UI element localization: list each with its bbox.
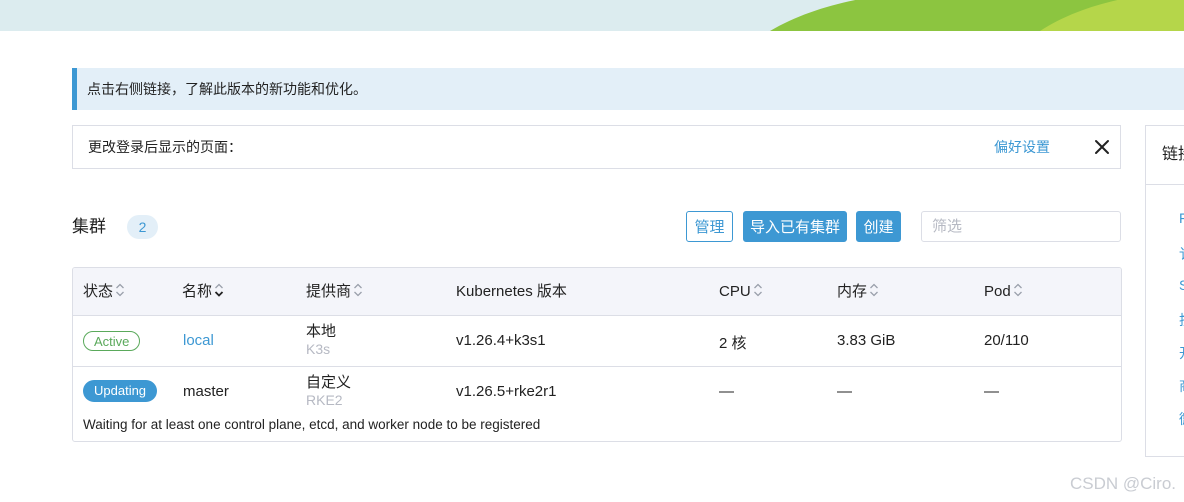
links-card: 链接 F 讠 S 技 开 商 微	[1145, 125, 1184, 457]
side-link-2[interactable]: 讠	[1179, 244, 1184, 264]
manage-button[interactable]: 管理	[686, 211, 733, 242]
provider-name: 自定义	[306, 374, 352, 391]
table-row: Updating master 自定义 RKE2 v1.26.5+rke2r1 …	[73, 367, 1121, 441]
cluster-name[interactable]: master	[183, 383, 229, 400]
column-header-pods-label: Pod	[984, 283, 1011, 300]
side-link-7[interactable]: 微	[1179, 409, 1184, 429]
sort-icon	[115, 269, 125, 316]
column-header-provider[interactable]: 提供商	[306, 268, 363, 316]
side-link-4[interactable]: 技	[1179, 310, 1184, 330]
import-cluster-button[interactable]: 导入已有集群	[743, 211, 847, 242]
links-card-title: 链接	[1162, 146, 1184, 163]
sort-icon	[753, 269, 763, 316]
cpu-cell: 2 核	[719, 335, 747, 352]
provider-name: 本地	[306, 323, 337, 340]
provider-distro: K3s	[306, 341, 331, 357]
login-page-banner: 更改登录后显示的页面： 偏好设置	[72, 125, 1121, 169]
clusters-table: 状态 名称 提供商 Kubernetes 版本 CPU 内存 Pod Activ…	[72, 267, 1122, 442]
provider-distro: RKE2	[306, 392, 343, 408]
provider-cell: 自定义 RKE2	[306, 374, 351, 408]
table-header: 状态 名称 提供商 Kubernetes 版本 CPU 内存 Pod	[73, 268, 1121, 316]
column-header-cpu[interactable]: CPU	[719, 268, 763, 316]
column-header-pods[interactable]: Pod	[984, 268, 1023, 316]
memory-cell: —	[837, 383, 852, 400]
top-banner	[0, 0, 1184, 31]
login-page-label: 更改登录后显示的页面：	[88, 139, 242, 155]
side-link-3[interactable]: S	[1179, 277, 1184, 293]
status-badge: Updating	[83, 380, 158, 402]
memory-cell: 3.83 GiB	[837, 332, 896, 349]
clusters-title: 集群	[72, 217, 106, 236]
column-header-memory[interactable]: 内存	[837, 268, 879, 316]
sort-icon	[353, 269, 363, 316]
column-header-memory-label: 内存	[837, 283, 868, 300]
column-header-name[interactable]: 名称	[182, 268, 224, 316]
close-icon[interactable]	[1092, 137, 1112, 157]
side-link-1[interactable]: F	[1179, 210, 1184, 226]
column-header-cpu-label: CPU	[719, 283, 751, 300]
k8s-version-cell: v1.26.5+rke2r1	[456, 383, 557, 400]
notice-text: 点击右侧链接，了解此版本的新功能和优化。	[87, 81, 367, 97]
status-badge: Active	[83, 331, 141, 351]
sort-icon	[1013, 269, 1023, 316]
cluster-status-message: Waiting for at least one control plane, …	[83, 417, 541, 432]
sort-icon	[869, 269, 879, 316]
column-header-state[interactable]: 状态	[83, 268, 125, 316]
column-header-name-label: 名称	[182, 283, 213, 300]
release-notes-notice: 点击右侧链接，了解此版本的新功能和优化。	[72, 68, 1184, 110]
sort-descending-icon	[214, 269, 224, 316]
preferences-link[interactable]: 偏好设置	[994, 126, 1050, 168]
clusters-count-badge: 2	[127, 215, 158, 239]
pods-cell: —	[984, 383, 999, 400]
side-link-5[interactable]: 开	[1179, 343, 1184, 363]
k8s-version-cell: v1.26.4+k3s1	[456, 332, 546, 349]
table-row: Active local 本地 K3s v1.26.4+k3s1 2 核 3.8…	[73, 316, 1121, 367]
cluster-name-link[interactable]: local	[183, 332, 214, 349]
links-card-divider	[1146, 184, 1184, 185]
column-header-k8s-version: Kubernetes 版本	[456, 268, 567, 315]
create-button[interactable]: 创建	[856, 211, 901, 242]
provider-cell: 本地 K3s	[306, 323, 336, 357]
pods-cell: 20/110	[984, 332, 1029, 349]
side-link-6[interactable]: 商	[1179, 376, 1184, 396]
cpu-cell: —	[719, 383, 734, 400]
column-header-state-label: 状态	[83, 283, 114, 300]
filter-input[interactable]	[921, 211, 1121, 242]
banner-graphic	[770, 0, 1184, 31]
column-header-k8s-version-label: Kubernetes 版本	[456, 283, 567, 300]
column-header-provider-label: 提供商	[306, 283, 352, 300]
watermark: CSDN @Ciro.	[1069, 474, 1176, 493]
